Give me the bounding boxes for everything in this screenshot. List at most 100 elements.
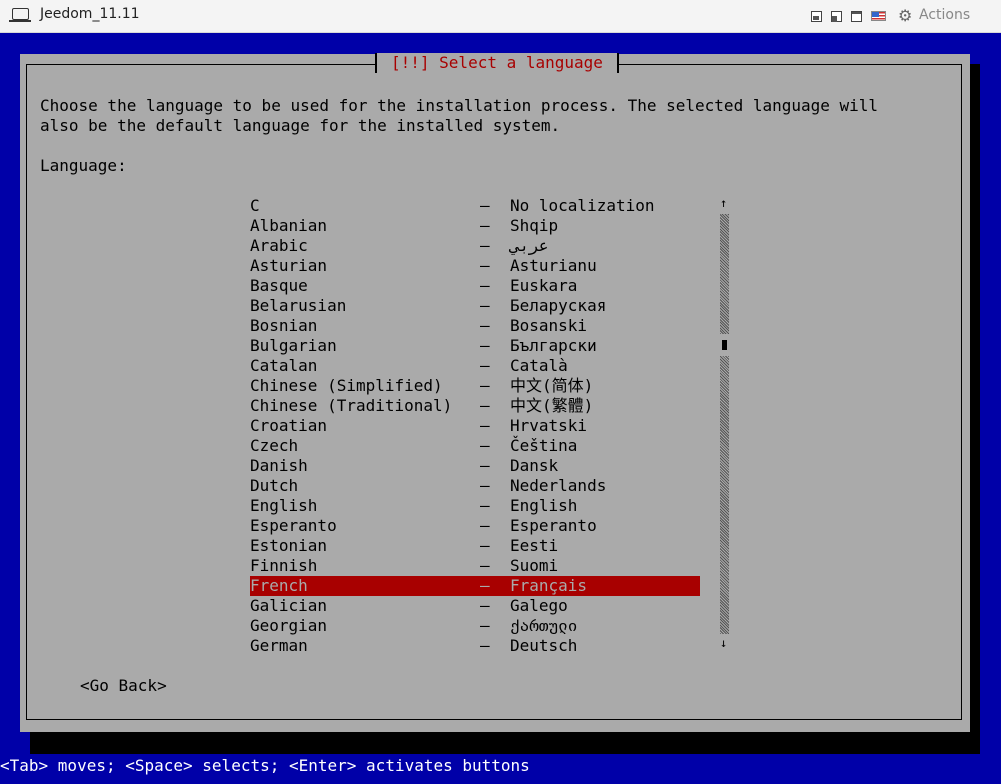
layout-a-icon[interactable] (811, 11, 822, 22)
scroll-up-icon[interactable]: ↑ (720, 196, 727, 210)
separator-dash: – (480, 436, 490, 455)
separator-dash: – (480, 296, 490, 315)
window-titlebar: Jeedom_11.11 ⚙ Actions (0, 0, 1001, 33)
language-name: Arabic (250, 236, 308, 255)
language-dialog: [!!] Select a language Choose the langua… (20, 53, 970, 732)
list-item[interactable]: Belarusian – Беларуская (250, 296, 700, 316)
separator-dash: – (480, 376, 490, 395)
language-native-name: English (510, 496, 578, 515)
separator-dash: – (480, 456, 490, 475)
language-native-name: Euskara (510, 276, 578, 295)
list-item[interactable]: Galician – Galego (250, 596, 700, 616)
language-name: Albanian (250, 216, 328, 235)
language-native-name: ქართული (510, 616, 578, 635)
list-item[interactable]: Catalan – Català (250, 356, 700, 376)
scroll-thumb[interactable] (722, 340, 727, 350)
language-native-name: Suomi (510, 556, 559, 575)
list-item[interactable]: Arabic – عربي (250, 236, 700, 256)
language-native-name: Deutsch (510, 636, 578, 655)
language-name: Galician (250, 596, 328, 615)
language-name: Czech (250, 436, 299, 455)
list-item[interactable]: Estonian – Eesti (250, 536, 700, 556)
list-item[interactable]: Dutch – Nederlands (250, 476, 700, 496)
list-item[interactable]: Asturian – Asturianu (250, 256, 700, 276)
list-item[interactable]: French – Français (250, 576, 700, 596)
language-name: Bulgarian (250, 336, 337, 355)
language-name: C (250, 196, 260, 215)
list-item[interactable]: Danish – Dansk (250, 456, 700, 476)
separator-dash: – (480, 496, 490, 515)
list-item[interactable]: Finnish – Suomi (250, 556, 700, 576)
list-item[interactable]: English – English (250, 496, 700, 516)
language-name: Belarusian (250, 296, 347, 315)
separator-dash: – (480, 616, 490, 635)
language-label: Language: (40, 156, 127, 175)
language-native-name: Shqip (510, 216, 559, 235)
language-name: Asturian (250, 256, 328, 275)
language-name: German (250, 636, 308, 655)
separator-dash: – (480, 396, 490, 415)
separator-dash: – (480, 356, 490, 375)
vm-icon (9, 8, 31, 22)
list-item[interactable]: Chinese (Simplified) – 中文(简体) (250, 376, 700, 396)
scrollbar[interactable] (720, 214, 729, 634)
separator-dash: – (480, 636, 490, 655)
list-item[interactable]: Chinese (Traditional) – 中文(繁體) (250, 396, 700, 416)
actions-menu[interactable]: Actions (919, 7, 970, 23)
dialog-title: [!!] Select a language (375, 53, 619, 73)
list-item[interactable]: Bulgarian – Български (250, 336, 700, 356)
language-name: Bosnian (250, 316, 318, 335)
list-item[interactable]: Georgian – ქართული (250, 616, 700, 636)
language-native-name: 中文(简体) (510, 376, 594, 395)
language-name: Chinese (Simplified) (250, 376, 443, 395)
layout-b-icon[interactable] (831, 11, 842, 22)
language-name: Estonian (250, 536, 328, 555)
list-item[interactable]: Croatian – Hrvatski (250, 416, 700, 436)
language-native-name: Català (510, 356, 568, 375)
separator-dash: – (480, 476, 490, 495)
list-item[interactable]: Bosnian – Bosanski (250, 316, 700, 336)
language-name: Chinese (Traditional) (250, 396, 453, 415)
go-back-button[interactable]: <Go Back> (80, 676, 167, 695)
list-item[interactable]: German – Deutsch (250, 636, 700, 656)
list-item[interactable]: Basque – Euskara (250, 276, 700, 296)
separator-dash: – (480, 596, 490, 615)
separator-dash: – (480, 236, 490, 255)
list-item[interactable]: C – No localization (250, 196, 700, 216)
language-native-name: Galego (510, 596, 568, 615)
language-native-name: Esperanto (510, 516, 597, 535)
language-native-name: Dansk (510, 456, 559, 475)
list-item[interactable]: Esperanto – Esperanto (250, 516, 700, 536)
layout-c-icon[interactable] (851, 11, 862, 22)
language-native-name: Eesti (510, 536, 559, 555)
window-title: Jeedom_11.11 (40, 6, 140, 22)
language-native-name: Bosanski (510, 316, 588, 335)
language-native-name: Français (510, 576, 588, 595)
language-native-name: Български (510, 336, 597, 355)
separator-dash: – (480, 316, 490, 335)
language-list[interactable]: C – No localization Albanian – Shqip Arabic – عر… (250, 196, 700, 656)
language-native-name: Nederlands (510, 476, 607, 495)
list-item[interactable]: Czech – Čeština (250, 436, 700, 456)
language-native-name: Hrvatski (510, 416, 588, 435)
language-name: Dutch (250, 476, 299, 495)
gear-icon[interactable]: ⚙ (898, 6, 912, 25)
language-name: French (250, 576, 308, 595)
us-flag-icon[interactable] (871, 11, 886, 21)
separator-dash: – (480, 336, 490, 355)
separator-dash: – (480, 416, 490, 435)
language-native-name: 中文(繁體) (510, 396, 594, 415)
language-name: Basque (250, 276, 308, 295)
scroll-down-icon[interactable]: ↓ (720, 636, 727, 650)
language-name: Catalan (250, 356, 318, 375)
separator-dash: – (480, 276, 490, 295)
separator-dash: – (480, 216, 490, 235)
language-name: English (250, 496, 318, 515)
language-native-name: Čeština (510, 436, 578, 455)
language-name: Croatian (250, 416, 328, 435)
language-name: Esperanto (250, 516, 337, 535)
language-name: Finnish (250, 556, 318, 575)
separator-dash: – (480, 196, 490, 215)
list-item[interactable]: Albanian – Shqip (250, 216, 700, 236)
language-name: Georgian (250, 616, 328, 635)
